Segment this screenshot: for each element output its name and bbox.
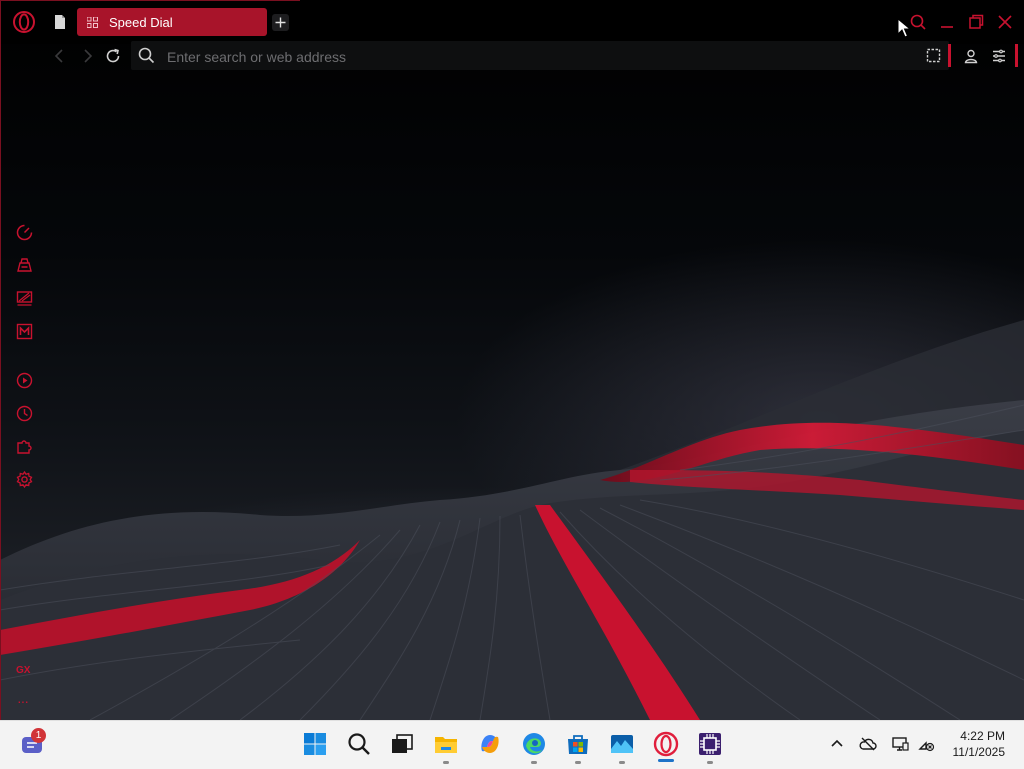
sidebar-more-button[interactable]: ··· [17, 693, 29, 709]
gmail-icon[interactable] [15, 322, 34, 341]
task-view-icon[interactable] [389, 731, 415, 757]
tab-title: Speed Dial [109, 15, 173, 30]
twitch-icon[interactable] [15, 289, 34, 308]
restore-icon[interactable] [967, 13, 985, 31]
search-icon[interactable] [346, 731, 372, 757]
frame-left-edge [0, 0, 1, 720]
new-tab-plus-icon[interactable] [272, 14, 289, 31]
forward-arrow-icon[interactable] [79, 48, 95, 64]
title-bar: Speed Dial [0, 0, 1024, 44]
gx-corner-icon[interactable] [15, 256, 34, 275]
gx-label[interactable]: GX [16, 665, 30, 676]
page-icon[interactable] [52, 14, 68, 30]
reload-icon[interactable] [105, 48, 121, 64]
file-explorer-running-indicator [443, 761, 449, 764]
address-bar[interactable] [131, 41, 949, 70]
easy-setup-icon[interactable] [991, 48, 1007, 64]
tab-speed-dial[interactable]: Speed Dial [77, 8, 267, 36]
gx-control-icon[interactable] [15, 223, 34, 242]
store-icon[interactable] [565, 731, 591, 757]
search-icon[interactable] [909, 13, 927, 31]
history-icon[interactable] [15, 404, 34, 423]
account-icon[interactable] [963, 48, 979, 64]
photos-icon[interactable] [609, 731, 635, 757]
mouse-cursor-icon [897, 18, 911, 38]
copilot-icon[interactable] [477, 731, 503, 757]
back-arrow-icon[interactable] [52, 48, 68, 64]
frame-accent [1015, 44, 1018, 67]
edge-running-indicator [531, 761, 537, 764]
speed-dial-grid-icon [87, 17, 98, 28]
clock-date: 11/1/2025 [952, 745, 1006, 759]
frame-top-edge [0, 0, 300, 1]
chevron-up-icon[interactable] [828, 735, 846, 753]
start-icon[interactable] [302, 731, 328, 757]
network-icon[interactable] [918, 735, 936, 753]
snapshot-icon[interactable] [926, 48, 941, 63]
address-bar-accent [948, 44, 951, 67]
opera-active-indicator [658, 759, 674, 762]
wallpaper [0, 320, 1024, 720]
opera-icon[interactable] [653, 731, 679, 757]
search-icon [138, 47, 155, 64]
file-explorer-icon[interactable] [433, 731, 459, 757]
browser-window: Speed Dial Enter search or web address G… [0, 0, 1024, 720]
onedrive-icon[interactable] [859, 735, 877, 753]
clock-time: 4:22 PM [960, 729, 1005, 743]
store-running-indicator [575, 761, 581, 764]
cpu-app-running-indicator [707, 761, 713, 764]
address-input[interactable] [165, 46, 869, 67]
player-icon[interactable] [15, 371, 34, 390]
edge-icon[interactable] [521, 731, 547, 757]
minimize-icon[interactable] [938, 13, 956, 31]
notification-badge: 1 [31, 728, 46, 743]
close-icon[interactable] [996, 13, 1014, 31]
system-clock[interactable]: 4:22 PM 11/1/2025 [953, 728, 1006, 760]
photos-running-indicator [619, 761, 625, 764]
extensions-icon[interactable] [15, 437, 34, 456]
cpu-app-icon[interactable] [697, 731, 723, 757]
opera-logo-icon[interactable] [12, 10, 36, 34]
display-icon[interactable] [891, 735, 909, 753]
settings-icon[interactable] [15, 470, 34, 489]
